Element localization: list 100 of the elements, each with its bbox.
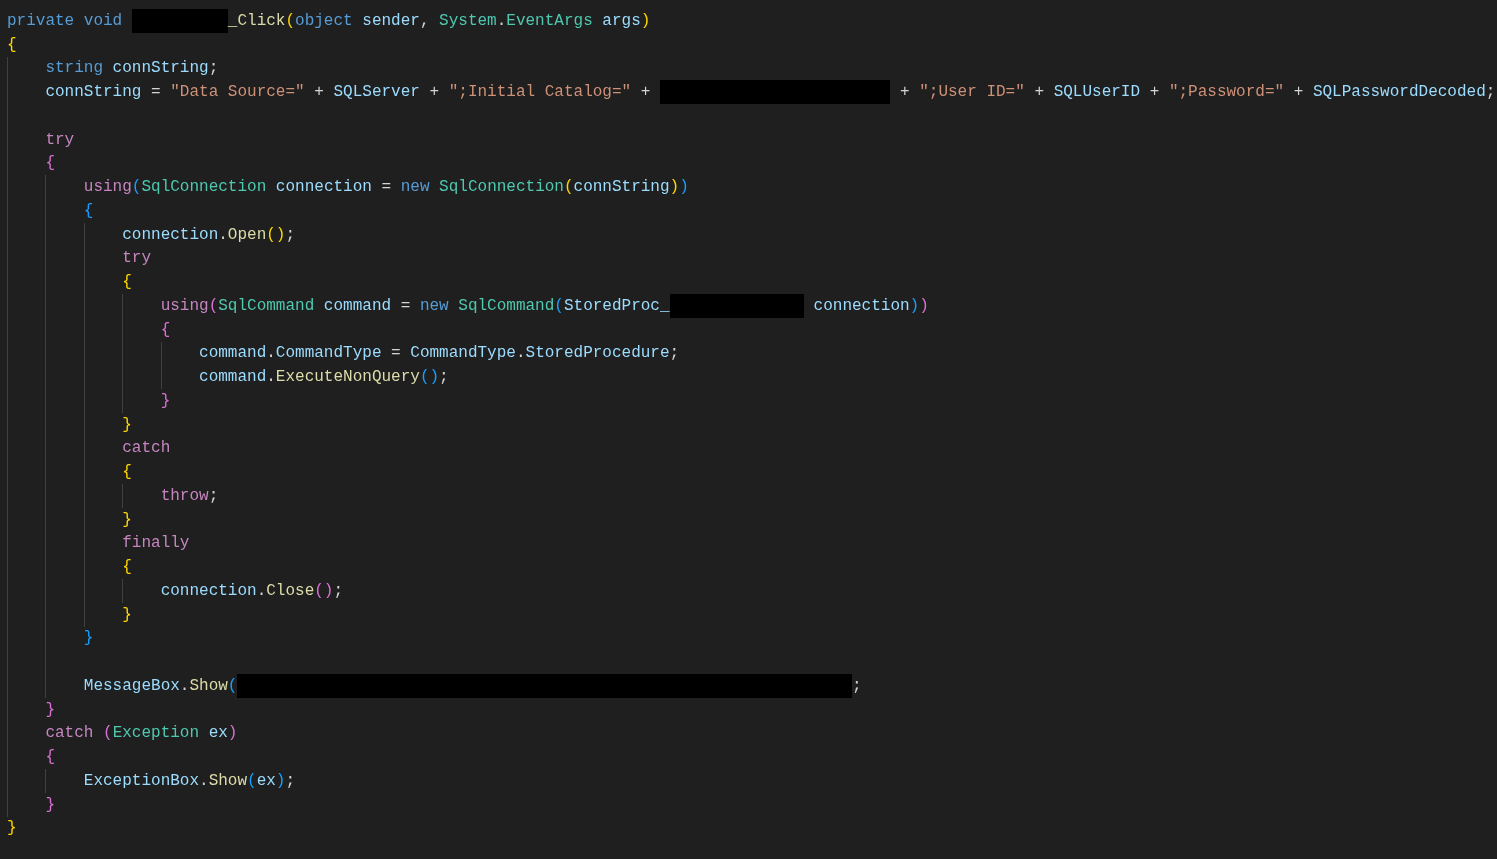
bracket: } — [122, 510, 132, 529]
bracket: { — [83, 201, 94, 220]
identifier: CommandType — [410, 344, 516, 363]
identifier: ExceptionBox — [83, 771, 200, 790]
identifier: connection — [812, 296, 910, 315]
identifier: ex — [256, 771, 276, 790]
control-keyword: finally — [122, 534, 190, 553]
identifier: connection — [160, 581, 257, 600]
punctuation: + — [313, 83, 325, 102]
string-literal: ";Initial Catalog=" — [448, 83, 632, 102]
punctuation: . — [256, 581, 267, 600]
punctuation: . — [266, 344, 276, 363]
keyword: new — [419, 296, 449, 315]
punctuation: ; — [669, 344, 680, 363]
punctuation: ; — [285, 225, 296, 244]
punctuation: ; — [285, 771, 296, 790]
punctuation: = — [399, 296, 412, 315]
bracket: } — [45, 700, 55, 719]
punctuation: . — [496, 11, 507, 30]
identifier: args — [601, 11, 641, 30]
bracket: } — [83, 629, 94, 648]
method-name: Show — [208, 771, 248, 790]
punctuation: ; — [1485, 83, 1496, 102]
string-literal: "Data Source=" — [170, 83, 305, 102]
punctuation: ; — [208, 59, 219, 78]
keyword: private void — [7, 11, 124, 30]
method-name: _Click — [227, 11, 286, 30]
bracket: () — [314, 581, 334, 600]
method-name: Open — [227, 225, 267, 244]
bracket: { — [122, 463, 132, 482]
bracket: ) — [640, 11, 651, 30]
method-name: ExecuteNonQuery — [275, 368, 420, 387]
punctuation: = — [390, 344, 402, 363]
punctuation: = — [380, 178, 393, 197]
identifier: SQLPasswordDecoded — [1312, 83, 1486, 102]
bracket: } — [122, 415, 132, 434]
punctuation: ; — [439, 368, 449, 387]
punctuation: . — [199, 771, 209, 790]
bracket: ( — [102, 724, 113, 743]
punctuation: . — [515, 344, 526, 363]
identifier: SQLServer — [333, 83, 420, 102]
punctuation: + — [639, 83, 652, 102]
punctuation: + — [428, 83, 441, 102]
type-name: SqlConnection — [141, 178, 267, 197]
control-keyword: try — [122, 249, 152, 268]
type-name: SqlConnection — [438, 178, 564, 197]
punctuation: + — [1148, 83, 1161, 102]
bracket: ) — [275, 771, 286, 790]
bracket: ) — [909, 296, 920, 315]
punctuation: , — [419, 11, 431, 30]
punctuation: ; — [208, 486, 219, 505]
bracket: ( — [208, 296, 219, 315]
identifier: ex — [207, 724, 228, 743]
bracket: { — [45, 748, 55, 767]
type-name: SqlCommand — [457, 296, 555, 315]
bracket: ) — [919, 296, 929, 315]
identifier: SQLUserID — [1053, 83, 1141, 102]
control-keyword: using — [83, 178, 132, 197]
punctuation: ; — [333, 581, 344, 600]
identifier: connString — [573, 178, 670, 197]
bracket: ( — [227, 676, 238, 695]
type-name: Exception — [112, 724, 200, 743]
identifier: connection — [122, 225, 219, 244]
control-keyword: catch — [122, 439, 171, 458]
bracket: ) — [227, 724, 238, 743]
bracket: { — [122, 273, 132, 292]
bracket: ( — [554, 296, 564, 315]
control-keyword: using — [160, 296, 209, 315]
bracket: { — [122, 558, 132, 577]
type-name: SqlCommand — [218, 296, 315, 315]
keyword: object — [295, 11, 353, 30]
bracket: } — [7, 819, 17, 838]
identifier: CommandType — [275, 344, 382, 363]
keyword: new — [400, 178, 430, 197]
punctuation: + — [899, 83, 911, 102]
punctuation: + — [1033, 83, 1046, 102]
string-literal: ";User ID=" — [919, 83, 1025, 102]
identifier: connString — [111, 59, 209, 78]
bracket: ) — [679, 178, 689, 197]
bracket: ( — [285, 11, 296, 30]
punctuation: . — [218, 225, 228, 244]
bracket: { — [7, 35, 17, 54]
bracket: () — [419, 368, 440, 387]
bracket: ) — [669, 178, 680, 197]
bracket: } — [45, 795, 55, 814]
string-literal: ";Password=" — [1168, 83, 1285, 102]
punctuation: ; — [851, 676, 862, 695]
bracket: { — [160, 320, 171, 339]
method-name: Show — [189, 676, 228, 695]
identifier: command — [322, 296, 392, 315]
bracket: } — [122, 605, 132, 624]
identifier: MessageBox — [83, 676, 180, 695]
identifier: command — [199, 344, 267, 363]
bracket: { — [45, 154, 55, 173]
bracket: ( — [131, 178, 142, 197]
type-name: System — [439, 11, 497, 30]
bracket: } — [160, 391, 171, 410]
control-keyword: try — [45, 130, 75, 149]
punctuation: . — [179, 676, 190, 695]
identifier: command — [199, 368, 267, 387]
